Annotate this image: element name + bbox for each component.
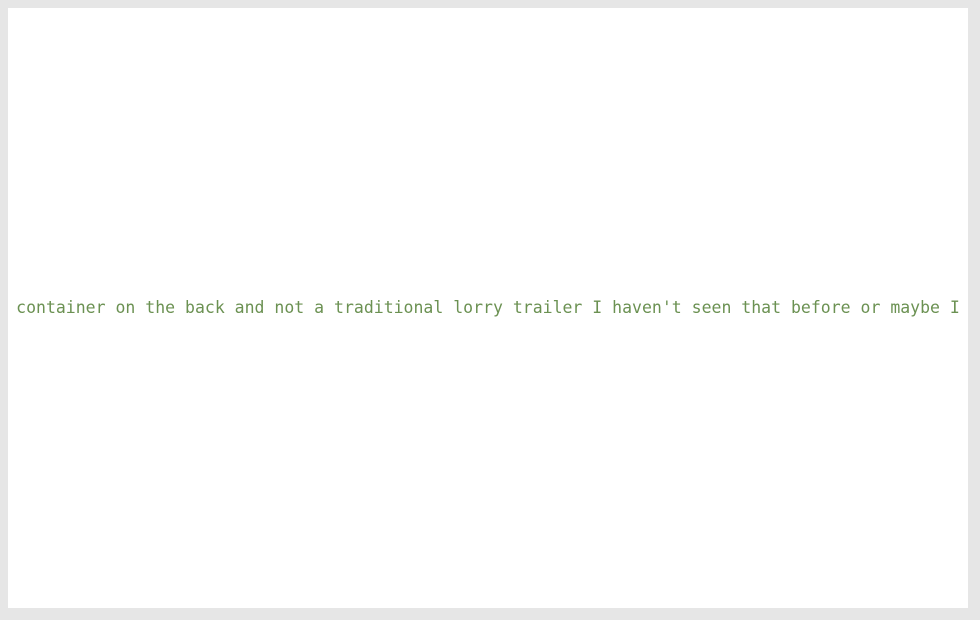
caption-text: container on the back and not a traditio… xyxy=(16,298,960,317)
caption-canvas: container on the back and not a traditio… xyxy=(8,8,968,608)
